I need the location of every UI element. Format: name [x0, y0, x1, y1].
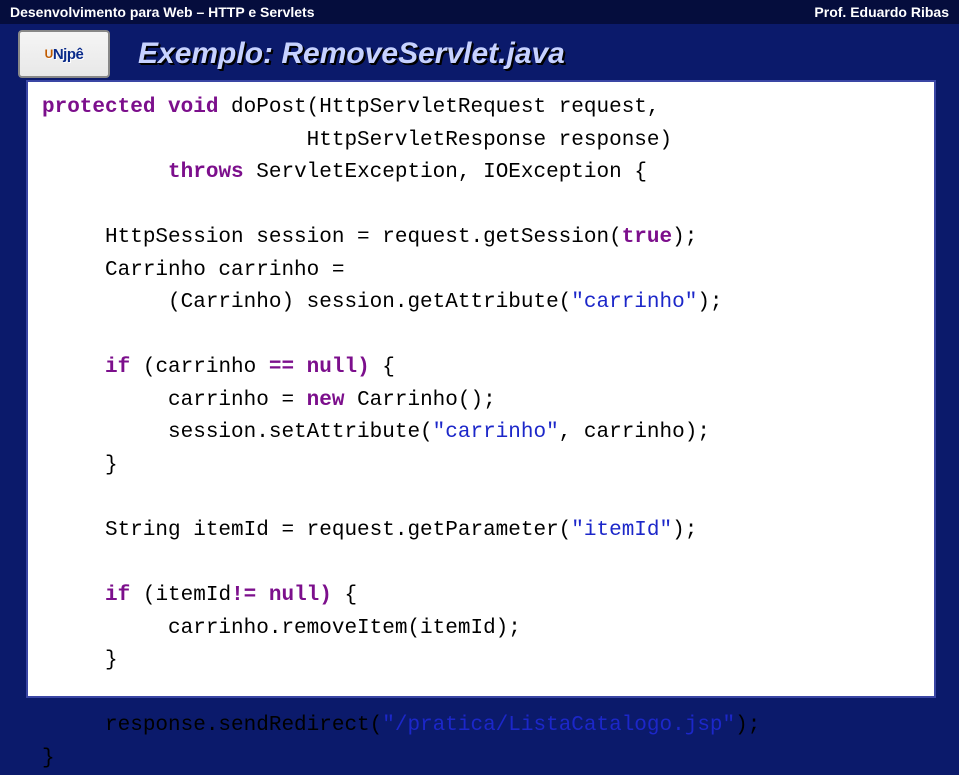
code-text: ); [697, 291, 722, 314]
code-text: response.sendRedirect( [42, 714, 382, 737]
code-text: carrinho = [42, 389, 307, 412]
code-text: session.setAttribute( [42, 421, 433, 444]
kw-eqnull: == null) [269, 356, 370, 379]
logo-unjpe: UNjpê [18, 30, 110, 78]
code-text: String itemId = request.getParameter( [42, 519, 571, 542]
top-bar: Desenvolvimento para Web – HTTP e Servle… [0, 0, 959, 24]
code-text: } [42, 747, 55, 770]
code-text [42, 161, 168, 184]
kw-throws: throws [168, 161, 244, 184]
code-text: carrinho.removeItem(itemId); [42, 617, 521, 640]
kw-if2: if [105, 584, 130, 607]
code-text: HttpServletResponse response) [42, 129, 672, 152]
logo-text-orange: U [45, 47, 53, 61]
code-text: { [332, 584, 357, 607]
header-row: UNjpê Exemplo: RemoveServlet.java [0, 24, 959, 80]
code-text [42, 356, 105, 379]
code-text: } [42, 454, 118, 477]
code-text: Carrinho carrinho = [42, 259, 344, 282]
code-text: (itemId [130, 584, 231, 607]
code-text: HttpSession session = request.getSession… [42, 226, 622, 249]
code-text: { [370, 356, 395, 379]
code-text [42, 584, 105, 607]
str-carrinho2: "carrinho" [433, 421, 559, 444]
code-text: , carrinho); [559, 421, 710, 444]
code-text: (Carrinho) session.getAttribute( [42, 291, 571, 314]
course-title: Desenvolvimento para Web – HTTP e Servle… [10, 4, 315, 20]
kw-nenull: != null) [231, 584, 332, 607]
code-text: ); [735, 714, 760, 737]
kw-new: new [307, 389, 345, 412]
logo-text-blue: Njpê [53, 46, 84, 63]
str-redirect: "/pratica/ListaCatalogo.jsp" [382, 714, 735, 737]
code-text: (carrinho [130, 356, 269, 379]
code-block: protected void doPost(HttpServletRequest… [42, 92, 920, 775]
kw-if: if [105, 356, 130, 379]
str-itemid: "itemId" [571, 519, 672, 542]
kw-protected-void: protected void [42, 96, 218, 119]
professor-name: Prof. Eduardo Ribas [814, 4, 949, 20]
code-text: ); [672, 226, 697, 249]
code-text: ); [672, 519, 697, 542]
code-panel: protected void doPost(HttpServletRequest… [26, 80, 936, 698]
kw-true: true [622, 226, 672, 249]
str-carrinho: "carrinho" [571, 291, 697, 314]
code-text: Carrinho(); [344, 389, 495, 412]
code-text: ServletException, IOException { [244, 161, 647, 184]
code-text: } [42, 649, 118, 672]
slide-title: Exemplo: RemoveServlet.java [138, 37, 565, 71]
code-text: doPost(HttpServletRequest request, [218, 96, 659, 119]
